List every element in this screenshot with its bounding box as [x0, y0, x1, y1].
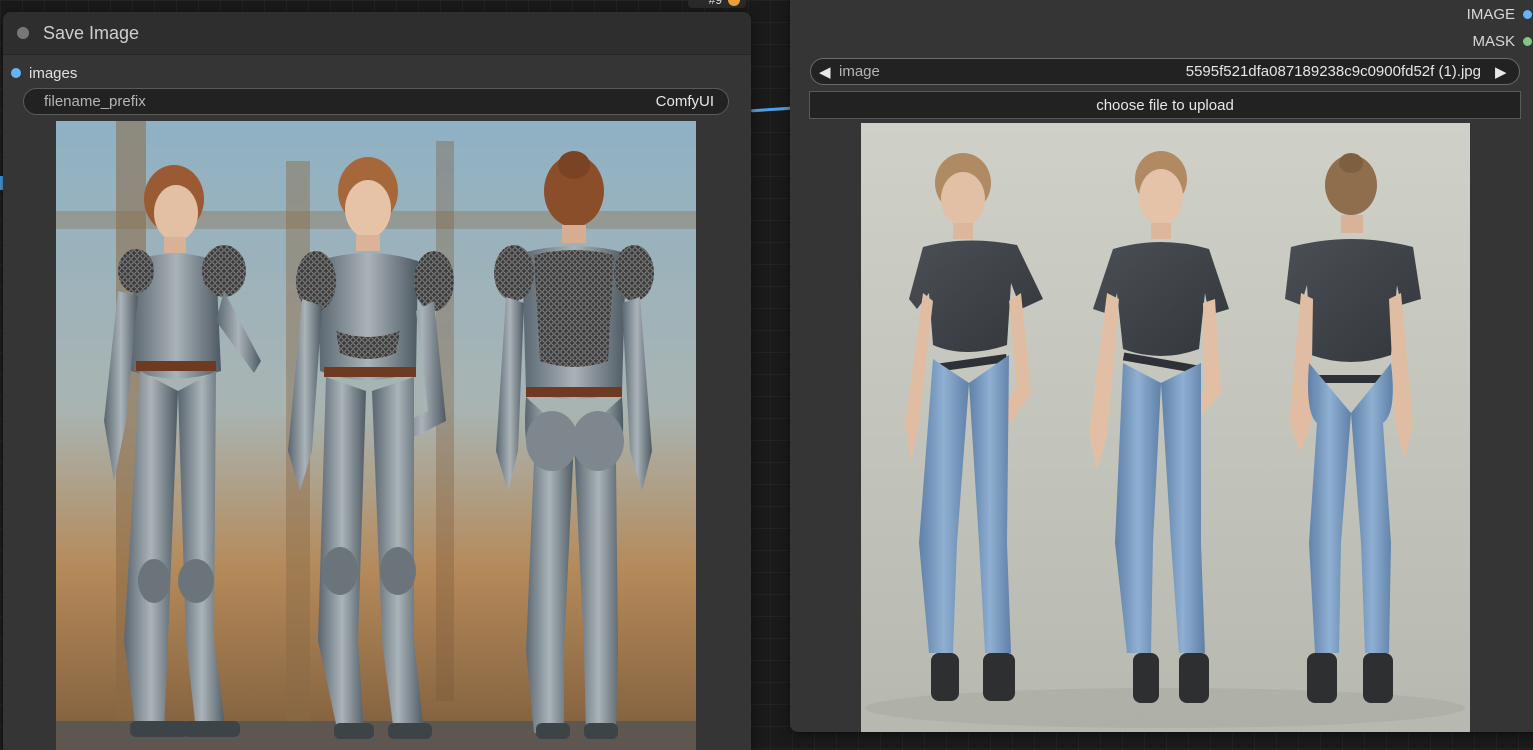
- output-slot-label: IMAGE: [1466, 6, 1515, 23]
- input-image-preview[interactable]: [861, 123, 1470, 732]
- image-select[interactable]: ◀ image 5595f521dfa087189238c9c0900fd52f…: [810, 58, 1520, 85]
- node-title-bar[interactable]: Save Image: [3, 12, 751, 55]
- triangle-left-icon[interactable]: ◀: [819, 63, 835, 81]
- collapse-dot-icon[interactable]: [17, 27, 29, 39]
- link-wire: [750, 106, 792, 113]
- output-slot-label: MASK: [1472, 33, 1515, 50]
- save-image-node[interactable]: Save Image images filename_prefix ComfyU…: [3, 12, 751, 750]
- node-title: Save Image: [43, 22, 140, 43]
- node-badge: #9: [688, 0, 746, 8]
- image-select-label: image: [839, 63, 880, 80]
- output-slot-image[interactable]: IMAGE: [1467, 6, 1532, 23]
- load-image-node[interactable]: IMAGE MASK ◀ image 5595f521dfa087189238c…: [790, 0, 1533, 732]
- output-slot-dot-icon[interactable]: [1523, 37, 1532, 46]
- upload-button[interactable]: choose file to upload: [809, 91, 1521, 119]
- output-image-preview[interactable]: [56, 121, 696, 750]
- filename-prefix-field[interactable]: filename_prefix ComfyUI: [23, 88, 729, 115]
- armor-figures-image: [56, 121, 696, 750]
- graph-canvas[interactable]: #9 Save Image images filename_prefix Com…: [0, 0, 1533, 750]
- filename-prefix-label: filename_prefix: [44, 93, 146, 110]
- jeans-figures-image: [861, 123, 1470, 732]
- input-slot-dot-icon[interactable]: [11, 68, 21, 78]
- node-badge-id: #9: [708, 0, 722, 7]
- image-select-value: 5595f521dfa087189238c9c0900fd52f (1).jpg: [1185, 63, 1481, 80]
- output-slot-mask[interactable]: MASK: [1472, 33, 1532, 50]
- badge-status-icon: [728, 0, 740, 6]
- filename-prefix-value: ComfyUI: [655, 93, 714, 110]
- triangle-right-icon[interactable]: ▶: [1495, 63, 1511, 81]
- input-slot-images[interactable]: images: [11, 64, 77, 82]
- input-slot-label: images: [29, 64, 78, 82]
- output-slot-dot-icon[interactable]: [1523, 10, 1532, 19]
